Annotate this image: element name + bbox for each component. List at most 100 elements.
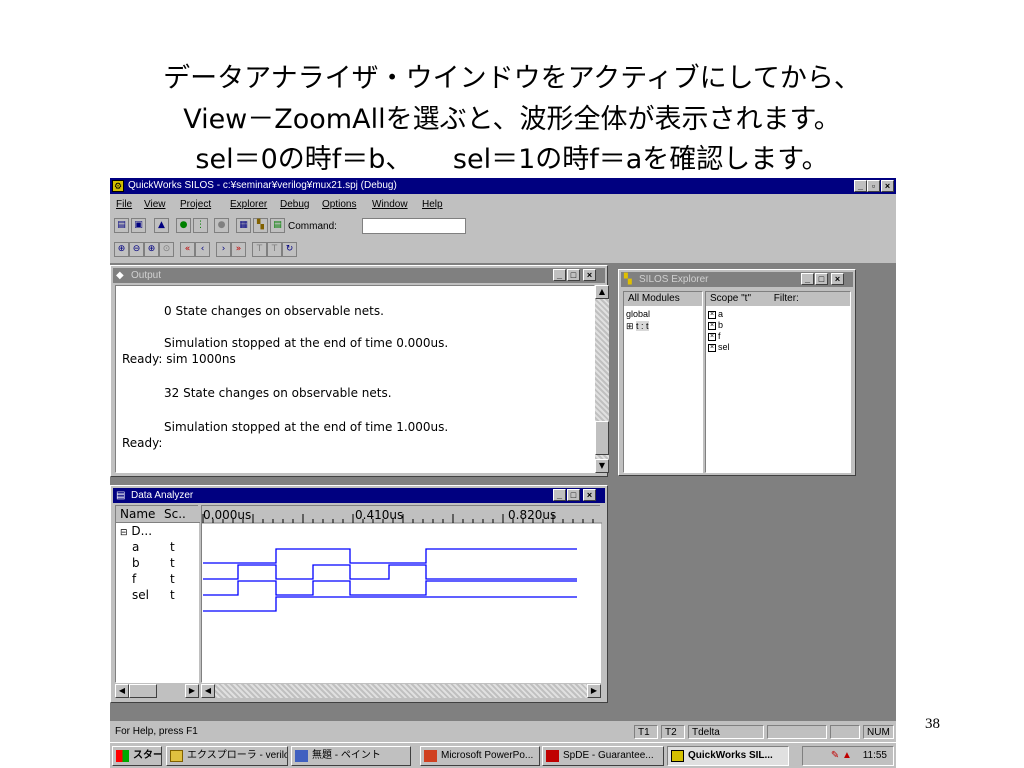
- checkbox-icon[interactable]: ×: [708, 332, 716, 341]
- signal-name-sel[interactable]: sel: [132, 588, 149, 602]
- run-icon[interactable]: ●: [176, 218, 191, 233]
- scroll-thumb[interactable]: [595, 421, 609, 455]
- name-column-header[interactable]: Name Sc..: [116, 506, 200, 523]
- task-powerpoint[interactable]: Microsoft PowerPo...: [420, 746, 540, 766]
- task-paint[interactable]: 無題 - ペイント: [291, 746, 411, 766]
- waveform-svg[interactable]: 0.000us 0.410us 0.820us: [202, 506, 602, 682]
- tree-item-global[interactable]: global: [626, 309, 650, 319]
- stop-icon[interactable]: ●: [214, 218, 229, 233]
- analyzer-titlebar[interactable]: ▤ Data Analyzer _ □ ×: [113, 488, 605, 503]
- h-scroll-thumb[interactable]: [129, 684, 157, 698]
- tray-pen-icon[interactable]: ✎: [831, 750, 839, 761]
- scroll-up-icon[interactable]: ▲: [595, 285, 609, 299]
- signal-name-f[interactable]: f: [132, 572, 136, 586]
- scroll-right-icon[interactable]: ▶: [185, 684, 199, 698]
- collapse-icon[interactable]: ⊟: [120, 528, 128, 538]
- explorer-titlebar[interactable]: ▚ SILOS Explorer _ □ ×: [621, 272, 853, 287]
- names-hscrollbar[interactable]: ◀ ▶: [115, 684, 199, 698]
- slide-heading-line-1: データアナライザ・ウインドウをアクティブにしてから、: [163, 63, 861, 94]
- signal-name-pane[interactable]: Name Sc.. ⊟ D... a t b t f t sel t: [115, 505, 200, 683]
- app-titlebar[interactable]: ⚙ QuickWorks SILOS - c:¥seminar¥verilog¥…: [110, 178, 896, 194]
- output-text-area[interactable]: 0 State changes on observable nets. Simu…: [115, 285, 595, 473]
- close-button[interactable]: ×: [881, 180, 894, 192]
- output-scrollbar[interactable]: ▲ ▼: [595, 285, 609, 473]
- signal-name-a[interactable]: a: [132, 540, 139, 554]
- signal-name-b[interactable]: b: [132, 556, 140, 570]
- signal-item[interactable]: × b: [708, 320, 723, 330]
- refresh-icon[interactable]: ↻: [282, 242, 297, 257]
- output-line: Ready:: [122, 436, 163, 450]
- project-icon[interactable]: ▲: [154, 218, 169, 233]
- modules-panel[interactable]: All Modules global ⊞ t : t: [623, 291, 703, 473]
- output-window: ◆ Output _ □ × 0 State changes on observ…: [110, 265, 609, 477]
- explorer-restore-button[interactable]: □: [815, 273, 828, 285]
- output-restore-button[interactable]: □: [567, 269, 580, 281]
- scroll-left-icon[interactable]: ◀: [115, 684, 129, 698]
- signal-item[interactable]: × f: [708, 331, 721, 341]
- zoom-out-icon[interactable]: ⊖: [129, 242, 144, 257]
- checkbox-icon[interactable]: ×: [708, 343, 716, 352]
- analyzer-restore-button[interactable]: □: [567, 489, 580, 501]
- save-icon[interactable]: ▣: [131, 218, 146, 233]
- output-titlebar[interactable]: ◆ Output _ □ ×: [113, 268, 605, 283]
- menu-view[interactable]: View: [144, 199, 166, 210]
- checkbox-icon[interactable]: ×: [708, 310, 716, 319]
- explorer-minimize-button[interactable]: _: [801, 273, 814, 285]
- prev-change-icon[interactable]: ‹: [195, 242, 210, 257]
- zoom-all-icon[interactable]: ⊕: [114, 242, 129, 257]
- menu-explorer[interactable]: Explorer: [230, 199, 267, 210]
- menu-debug[interactable]: Debug: [280, 199, 309, 210]
- analyzer-close-button[interactable]: ×: [583, 489, 596, 501]
- wave-a[interactable]: [203, 548, 577, 564]
- restore-button[interactable]: ▫: [867, 180, 880, 192]
- zoom-in-icon[interactable]: ⊕: [144, 242, 159, 257]
- wave-hscrollbar[interactable]: ◀ ▶: [201, 684, 601, 698]
- task-explorer[interactable]: エクスプローラ - verilog: [166, 746, 288, 766]
- next-edge-icon[interactable]: »: [231, 242, 246, 257]
- output-minimize-button[interactable]: _: [553, 269, 566, 281]
- wave-f[interactable]: [203, 580, 577, 596]
- clock[interactable]: 11:55: [863, 750, 887, 761]
- next-change-icon[interactable]: ›: [216, 242, 231, 257]
- explorer-close-button[interactable]: ×: [831, 273, 844, 285]
- analyzer-window-icon: ▤: [116, 490, 126, 501]
- start-button[interactable]: スタート: [112, 746, 162, 766]
- output-icon[interactable]: ▤: [270, 218, 285, 233]
- waveform-pane[interactable]: 0.000us 0.410us 0.820us: [201, 505, 602, 683]
- scroll-left-icon[interactable]: ◀: [201, 684, 215, 698]
- zoom-area-icon[interactable]: ⊙: [159, 242, 174, 257]
- tree-item-t[interactable]: ⊞ t : t: [626, 321, 649, 332]
- system-tray: ✎ ▲ 11:55: [802, 746, 894, 766]
- tray-app-icon[interactable]: ▲: [842, 750, 852, 761]
- step-icon[interactable]: ⋮: [193, 218, 208, 233]
- expand-icon[interactable]: ⊞: [626, 321, 636, 331]
- explorer-icon[interactable]: ▚: [253, 218, 268, 233]
- prev-edge-icon[interactable]: «: [180, 242, 195, 257]
- command-input[interactable]: [362, 218, 466, 234]
- menu-window[interactable]: Window: [372, 199, 408, 210]
- signal-item[interactable]: × a: [708, 309, 723, 319]
- menu-help[interactable]: Help: [422, 199, 443, 210]
- group-row[interactable]: ⊟ D...: [120, 524, 152, 538]
- signal-item[interactable]: × sel: [708, 342, 730, 352]
- scroll-down-icon[interactable]: ▼: [595, 459, 609, 473]
- checkbox-icon[interactable]: ×: [708, 321, 716, 330]
- analyzer-icon[interactable]: ▦: [236, 218, 251, 233]
- t2-marker-icon[interactable]: T: [267, 242, 282, 257]
- analyzer-minimize-button[interactable]: _: [553, 489, 566, 501]
- wave-b[interactable]: [203, 564, 577, 580]
- status-bar: For Help, press F1 T1 T2 Tdelta NUM: [110, 724, 896, 740]
- output-close-button[interactable]: ×: [583, 269, 596, 281]
- open-file-icon[interactable]: ▤: [114, 218, 129, 233]
- menu-project[interactable]: Project: [180, 199, 211, 210]
- menu-file[interactable]: File: [116, 199, 132, 210]
- scope-panel[interactable]: Scope "t" Filter: × a × b × f × sel: [705, 291, 851, 473]
- minimize-button[interactable]: _: [854, 180, 867, 192]
- task-quickworks[interactable]: QuickWorks SIL...: [667, 746, 789, 766]
- scroll-right-icon[interactable]: ▶: [587, 684, 601, 698]
- task-spde[interactable]: SpDE - Guarantee...: [542, 746, 664, 766]
- menu-options[interactable]: Options: [322, 199, 356, 210]
- output-line: 32 State changes on observable nets.: [164, 386, 392, 400]
- t1-marker-icon[interactable]: T: [252, 242, 267, 257]
- wave-sel[interactable]: [203, 596, 577, 612]
